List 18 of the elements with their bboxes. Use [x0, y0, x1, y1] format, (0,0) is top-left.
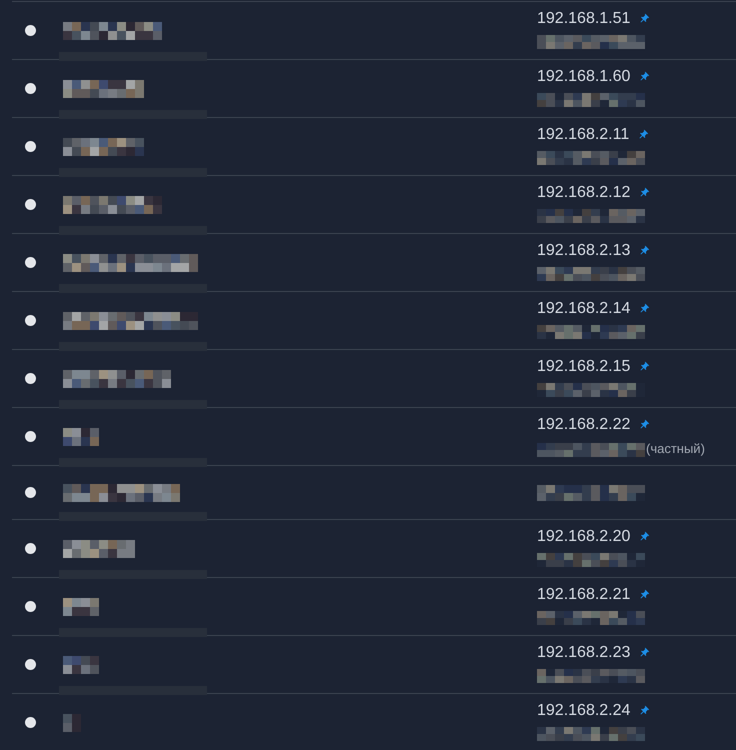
ip-address: 192.168.2.15 [537, 357, 630, 377]
ip-address: 192.168.2.24 [537, 701, 630, 721]
ip-address: 192.168.2.22 [537, 415, 630, 435]
ip-address: 192.168.2.14 [537, 299, 630, 319]
network-type-label: (частный) [646, 441, 705, 457]
pixelated-text-drawing [63, 656, 99, 674]
ip-address: 192.168.2.11 [537, 125, 630, 145]
ip-address: 192.168.2.20 [537, 527, 630, 547]
pixelated-text-drawing [63, 598, 99, 616]
ip-address: 192.168.2.12 [537, 183, 630, 203]
ip-address: 192.168.1.51 [537, 9, 630, 29]
pixelated-text-drawing [63, 714, 81, 732]
pixelated-text-drawing [63, 428, 99, 446]
ip-address: 192.168.2.23 [537, 643, 630, 663]
ip-address: 192.168.1.60 [537, 67, 630, 87]
ip-address: 192.168.2.21 [537, 585, 630, 605]
pixelated-text-drawing [63, 540, 135, 558]
ip-address: 192.168.2.13 [537, 241, 630, 261]
